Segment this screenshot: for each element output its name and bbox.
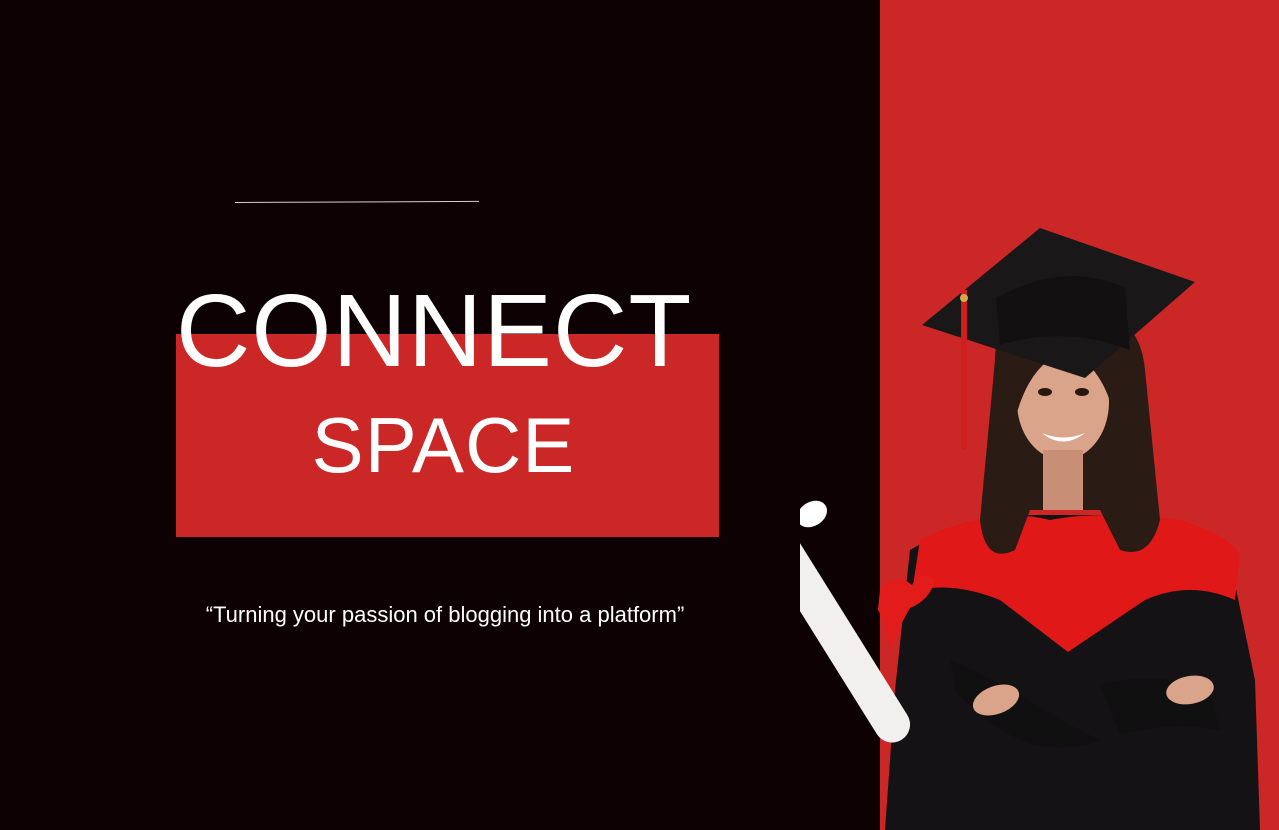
hero-subtitle: SPACE <box>311 401 576 489</box>
hero-tagline: “Turning your passion of blogging into a… <box>205 602 685 627</box>
graduate-illustration <box>800 220 1279 830</box>
cap-tassel <box>961 290 967 450</box>
hero-title: CONNECT <box>176 273 693 388</box>
